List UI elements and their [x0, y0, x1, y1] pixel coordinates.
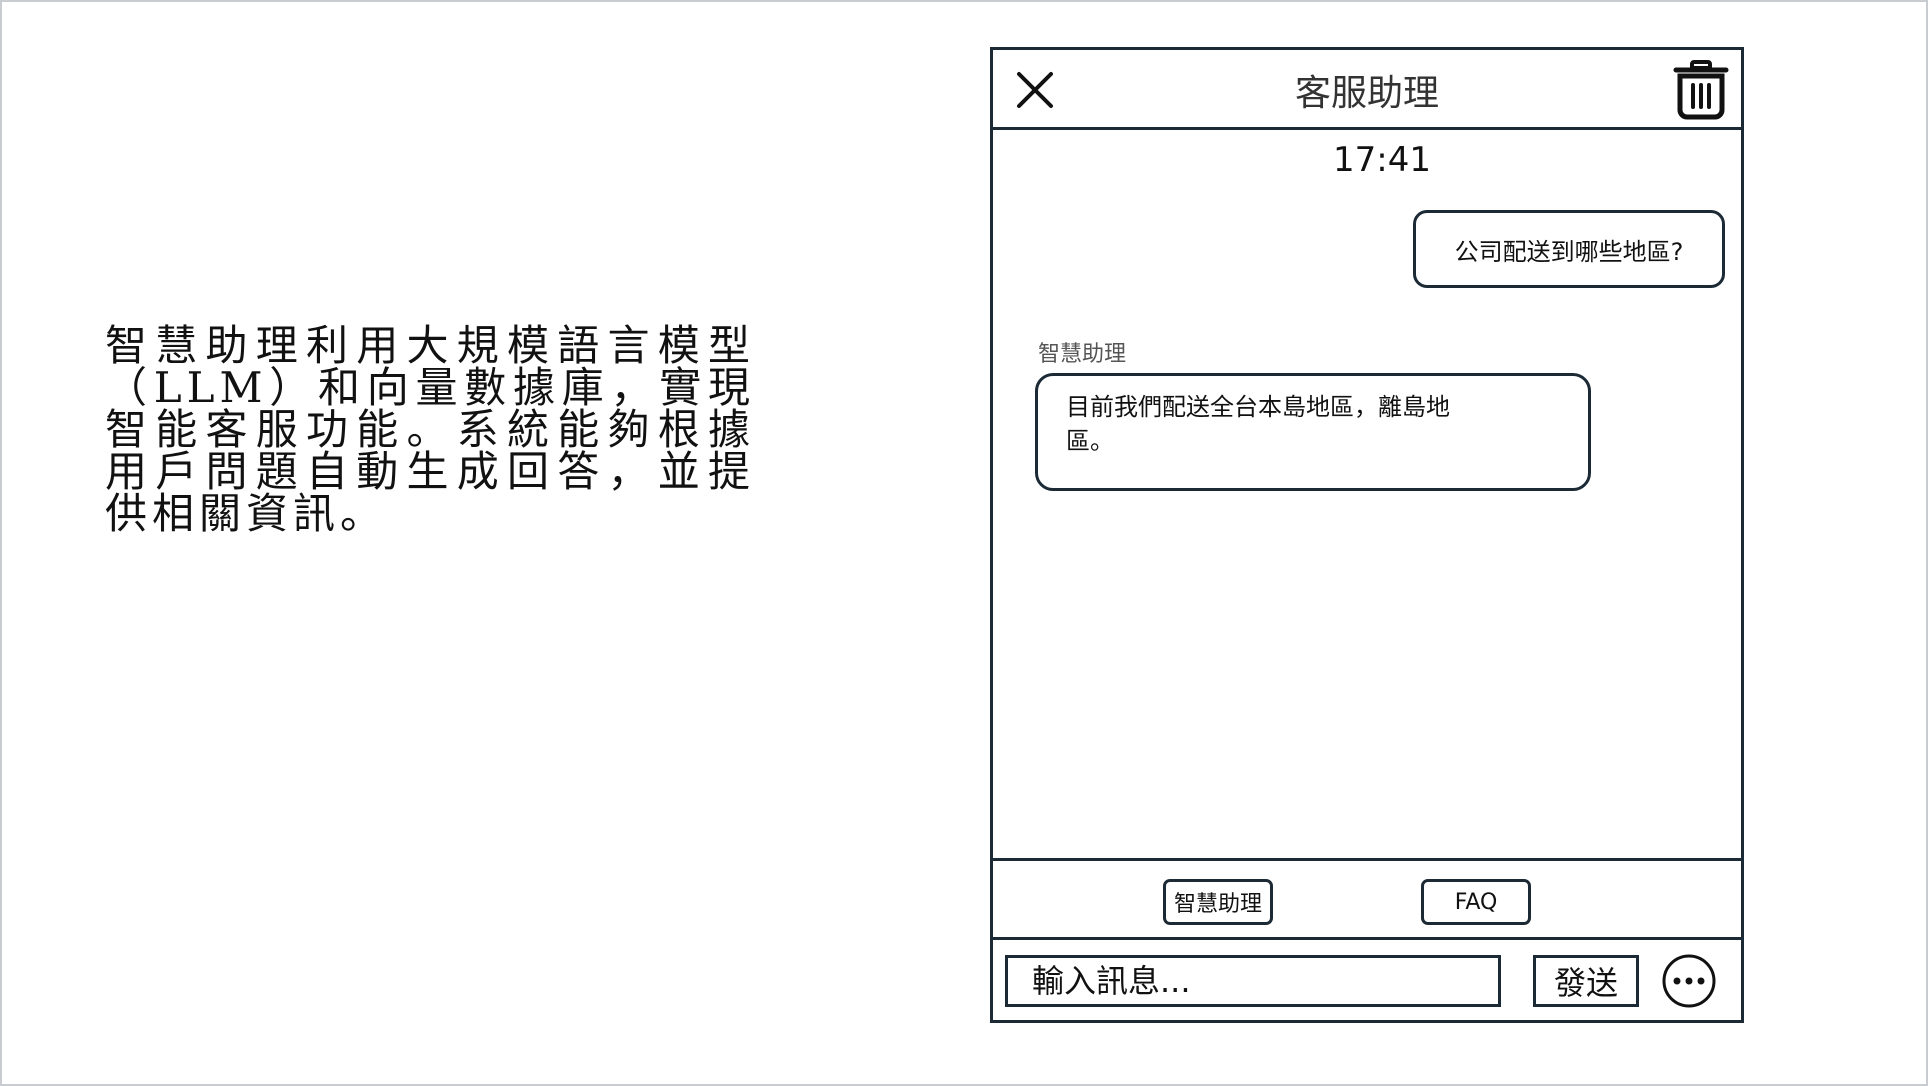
bot-sender-name: 智慧助理 — [1038, 342, 1127, 367]
trash-icon — [1673, 60, 1729, 120]
message-input[interactable] — [1005, 955, 1501, 1007]
bot-message-bubble: 目前我們配送全台本島地區，離島地區。 — [1035, 373, 1591, 491]
quick-reply-bar: 智慧助理 FAQ — [993, 858, 1741, 940]
message-timestamp: 17:41 — [1333, 140, 1431, 180]
bot-message-text: 目前我們配送全台本島地區，離島地區。 — [1066, 393, 1450, 455]
user-message-bubble: 公司配送到哪些地區? — [1413, 210, 1725, 288]
more-icon — [1662, 954, 1716, 1008]
more-options-button[interactable] — [1661, 953, 1717, 1009]
chat-window: 客服助理 17:41 公司配送到哪些地區? 智慧助理 目前我們配送全台本島地區，… — [990, 47, 1744, 1023]
description-text: 智慧助理利用大規模語言模型（LLM）和向量數據庫，實現智能客服功能。系統能夠根據… — [105, 321, 755, 538]
delete-chat-button[interactable] — [1673, 58, 1729, 120]
smart-assistant-chip[interactable]: 智慧助理 — [1163, 879, 1273, 925]
message-input-bar: 發送 — [993, 940, 1741, 1020]
chat-header: 客服助理 — [993, 50, 1741, 130]
send-button[interactable]: 發送 — [1533, 955, 1639, 1007]
user-message-text: 公司配送到哪些地區? — [1454, 237, 1684, 266]
faq-chip[interactable]: FAQ — [1421, 879, 1531, 925]
chat-title: 客服助理 — [1294, 73, 1439, 114]
